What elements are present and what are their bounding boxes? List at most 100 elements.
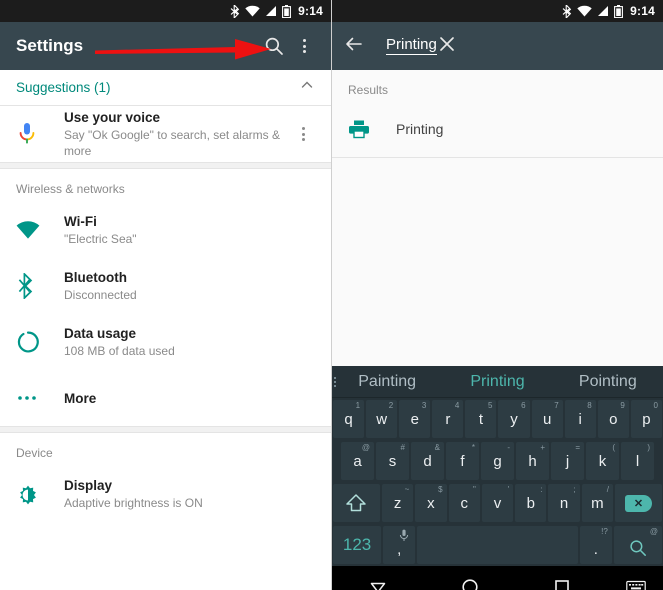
result-item-text: Printing	[388, 121, 647, 138]
list-item-subtitle: Disconnected	[64, 288, 137, 302]
key-g[interactable]: -g	[481, 442, 514, 480]
list-item-wifi[interactable]: Wi-Fi "Electric Sea"	[0, 202, 331, 258]
key-x[interactable]: $ x	[415, 484, 447, 522]
key-q[interactable]: 1q	[333, 400, 365, 438]
key-sub-dollar: $	[438, 485, 443, 494]
chevron-up-icon[interactable]	[299, 77, 315, 98]
right-navigation-bar	[332, 566, 663, 590]
list-item-text: Bluetooth Disconnected	[56, 269, 315, 303]
key-sub-at-symbol: @	[649, 527, 658, 536]
overflow-menu-icon[interactable]	[289, 31, 319, 61]
list-item-use-your-voice[interactable]: Use your voice Say "Ok Google" to search…	[0, 106, 331, 162]
bluetooth-icon	[562, 4, 572, 18]
key-label: .	[593, 540, 598, 558]
search-key-icon[interactable]: @	[613, 526, 662, 564]
key-s[interactable]: # s	[376, 442, 409, 480]
key-m[interactable]: / m	[581, 484, 614, 522]
backspace-icon[interactable]: ✕	[615, 484, 662, 522]
key-k[interactable]: (k	[586, 442, 619, 480]
recents-square-icon[interactable]	[516, 578, 608, 590]
key-label: n	[559, 494, 569, 512]
key-b[interactable]: :b	[515, 484, 547, 522]
key-sub-star: *	[471, 443, 475, 452]
key-p[interactable]: 0p	[630, 400, 662, 438]
search-input[interactable]: Printing	[386, 37, 437, 55]
key-r[interactable]: 4r	[432, 400, 464, 438]
back-arrow-icon[interactable]	[344, 34, 364, 59]
signal-icon	[266, 6, 277, 16]
key-y[interactable]: 6y	[498, 400, 530, 438]
list-item-title: More	[64, 390, 97, 406]
search-icon[interactable]	[259, 31, 289, 61]
list-item-data-usage[interactable]: Data usage 108 MB of data used	[0, 314, 331, 370]
list-item-bluetooth[interactable]: Bluetooth Disconnected	[0, 258, 331, 314]
key-n[interactable]: ; n	[548, 484, 580, 522]
keyboard-switch-icon[interactable]	[608, 580, 663, 590]
key-z[interactable]: ~ z	[381, 484, 414, 522]
suggestion-pointing[interactable]: Pointing	[553, 373, 663, 391]
printer-icon	[348, 118, 388, 140]
result-divider	[332, 157, 663, 158]
backspace-glyph: ✕	[624, 494, 653, 512]
result-item-title: Printing	[396, 120, 444, 137]
suggestion-expand-icon[interactable]	[334, 376, 336, 387]
list-item-subtitle: "Electric Sea"	[64, 232, 137, 246]
shift-icon[interactable]	[333, 484, 380, 522]
key-label: r	[445, 410, 451, 428]
google-mic-icon	[16, 121, 56, 147]
key-v[interactable]: ' v	[481, 484, 514, 522]
key-c[interactable]: " c	[448, 484, 480, 522]
close-icon[interactable]	[437, 34, 457, 59]
section-label-wireless: Wireless & networks	[16, 182, 125, 196]
key-label: d	[423, 452, 432, 470]
key-label: b	[526, 494, 535, 512]
key-w[interactable]: 2w	[366, 400, 398, 438]
home-circle-icon[interactable]	[424, 578, 516, 590]
key-d[interactable]: & d	[411, 442, 444, 480]
key-numeric-mode[interactable]: 123	[333, 526, 382, 564]
suggestions-header-label: Suggestions (1)	[16, 80, 111, 95]
key-f[interactable]: * f	[446, 442, 479, 480]
key-label: z	[393, 494, 402, 512]
key-space[interactable]	[417, 526, 578, 564]
key-h[interactable]: + h	[516, 442, 549, 480]
overflow-menu-icon[interactable]	[291, 127, 315, 141]
key-l[interactable]: ) l	[621, 442, 654, 480]
key-period[interactable]: !? .	[579, 526, 612, 564]
key-i[interactable]: 8i	[564, 400, 596, 438]
battery-icon	[282, 4, 292, 18]
key-label: y	[510, 410, 518, 428]
key-sub-apostrophe: '	[507, 485, 510, 494]
list-item-display[interactable]: Display Adaptive brightness is ON	[0, 466, 331, 522]
suggestion-strip: Painting Printing Pointing	[332, 366, 663, 398]
keyboard-row-4: 123 , !? . @	[332, 524, 663, 566]
key-sub-quote: "	[473, 485, 476, 494]
wifi-icon	[245, 5, 260, 17]
list-item-subtitle: Say "Ok Google" to search, set alarms & …	[64, 128, 280, 158]
suggestion-painting[interactable]: Painting	[332, 373, 442, 391]
wifi-icon	[16, 220, 56, 240]
list-item-text: More	[56, 390, 315, 407]
key-t[interactable]: 5t	[465, 400, 497, 438]
result-item-printing[interactable]: Printing	[332, 101, 663, 157]
dismiss-keyboard-triangle-icon[interactable]	[332, 578, 424, 590]
more-dots-icon	[16, 394, 56, 402]
right-phone-search-screen: 9:14 Printing Results Printing Painting …	[332, 0, 663, 590]
suggestion-printing[interactable]: Printing	[442, 373, 552, 391]
key-a[interactable]: @ a	[341, 442, 374, 480]
battery-icon	[614, 4, 624, 18]
right-status-bar: 9:14	[332, 0, 663, 22]
key-u[interactable]: 7u	[531, 400, 563, 438]
display-brightness-icon	[16, 482, 56, 506]
list-item-more[interactable]: More	[0, 370, 331, 426]
suggestions-header[interactable]: Suggestions (1)	[0, 70, 331, 106]
key-j[interactable]: = j	[551, 442, 584, 480]
bluetooth-icon	[16, 273, 56, 299]
key-comma-mic[interactable]: ,	[383, 526, 416, 564]
key-sub-2: 2	[388, 401, 394, 410]
key-o[interactable]: 9o	[597, 400, 629, 438]
key-sub-7: 7	[554, 401, 559, 410]
key-e[interactable]: 3e	[399, 400, 431, 438]
key-sub-equals: =	[575, 443, 580, 452]
screenshot-root: 9:14 Settings Suggestions (1) Use your v…	[0, 0, 663, 590]
